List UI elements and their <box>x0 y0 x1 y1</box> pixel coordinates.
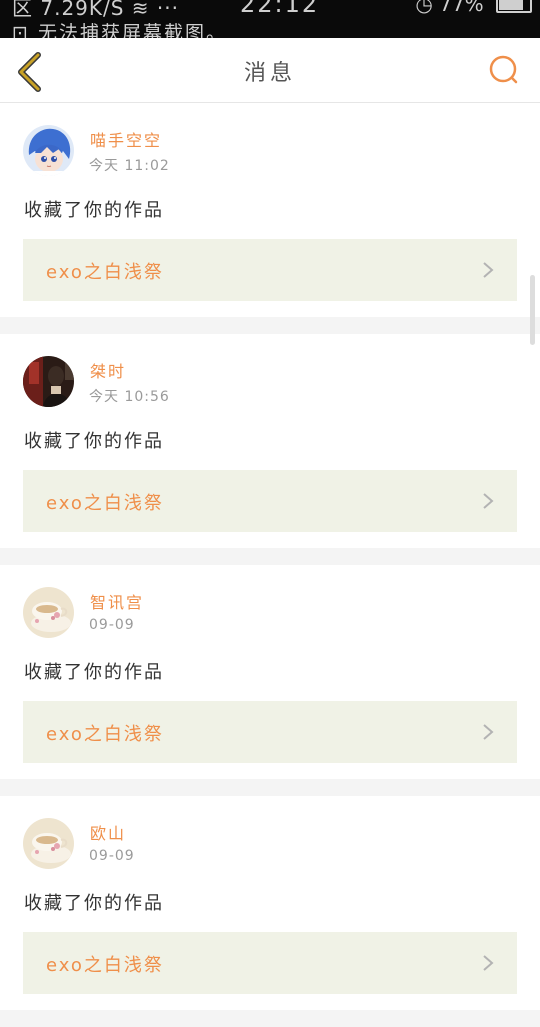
search-icon <box>489 55 518 84</box>
work-link[interactable]: exo之白浅祭 <box>23 701 517 763</box>
work-link[interactable]: exo之白浅祭 <box>23 470 517 532</box>
work-link[interactable]: exo之白浅祭 <box>23 932 517 994</box>
message-time: 09-09 <box>89 848 135 864</box>
page-title: 消息 <box>243 61 296 86</box>
work-title: exo之白浅祭 <box>46 493 164 514</box>
message-item: 桀时 今天 10:56 收藏了你的作品 exo之白浅祭 <box>0 334 540 548</box>
avatar[interactable] <box>23 818 74 869</box>
header: 消息 <box>0 38 540 103</box>
username[interactable]: 智讯宫 <box>90 589 144 613</box>
work-link[interactable]: exo之白浅祭 <box>23 239 517 301</box>
message-item: 智讯宫 09-09 收藏了你的作品 exo之白浅祭 <box>0 565 540 779</box>
status-battery-group: ◷ 77% <box>415 0 532 16</box>
message-time: 今天 11:02 <box>89 158 170 174</box>
message-list: 喵手空空 今天 11:02 收藏了你的作品 exo之白浅祭 桀时 今天 10:5… <box>0 103 540 1027</box>
work-title: exo之白浅祭 <box>46 724 164 745</box>
action-text: 收藏了你的作品 <box>24 662 164 683</box>
message-item: 欧山 09-09 收藏了你的作品 exo之白浅祭 <box>0 796 540 1010</box>
chevron-right-icon <box>483 493 494 509</box>
message-time: 今天 10:56 <box>89 389 170 405</box>
battery-icon <box>496 0 532 13</box>
chevron-right-icon <box>483 955 494 971</box>
battery-level: 77% <box>439 0 484 16</box>
username[interactable]: 桀时 <box>90 358 126 382</box>
chevron-right-icon <box>483 262 494 278</box>
search-button[interactable] <box>486 52 522 88</box>
avatar[interactable] <box>23 356 74 407</box>
status-notification: ⊡ 无法捕获屏幕截图。 <box>12 22 227 38</box>
teacup-avatar <box>23 818 74 869</box>
work-title: exo之白浅祭 <box>46 262 164 283</box>
action-text: 收藏了你的作品 <box>24 431 164 452</box>
action-text: 收藏了你的作品 <box>24 893 164 914</box>
anime-avatar <box>23 125 74 176</box>
action-text: 收藏了你的作品 <box>24 200 164 221</box>
scrollbar[interactable] <box>530 275 535 345</box>
dark-photo-avatar <box>23 356 74 407</box>
avatar[interactable] <box>23 587 74 638</box>
work-title: exo之白浅祭 <box>46 955 164 976</box>
status-time: 22:12 <box>240 0 320 18</box>
message-item: 喵手空空 今天 11:02 收藏了你的作品 exo之白浅祭 <box>0 103 540 317</box>
message-time: 09-09 <box>89 617 135 633</box>
status-bar: 区 7.29K/S ≋ ··· ⊡ 无法捕获屏幕截图。 22:12 ◷ 77% <box>0 0 540 38</box>
alarm-icon: ◷ <box>415 0 433 16</box>
teacup-avatar <box>23 587 74 638</box>
avatar[interactable] <box>23 125 74 176</box>
username[interactable]: 喵手空空 <box>90 127 162 151</box>
username[interactable]: 欧山 <box>90 820 126 844</box>
chevron-right-icon <box>483 724 494 740</box>
